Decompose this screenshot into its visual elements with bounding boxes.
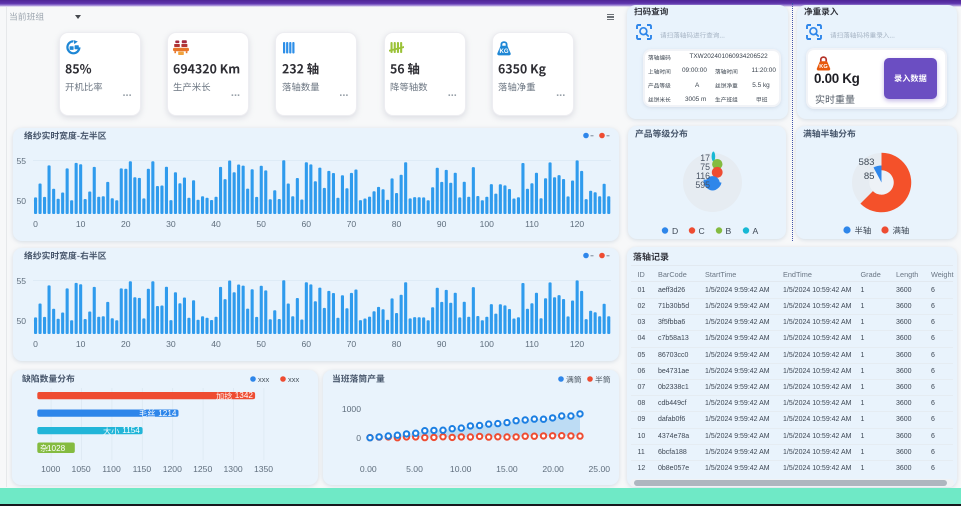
svg-text:KG: KG	[500, 49, 509, 55]
svg-text:KG: KG	[819, 64, 827, 70]
